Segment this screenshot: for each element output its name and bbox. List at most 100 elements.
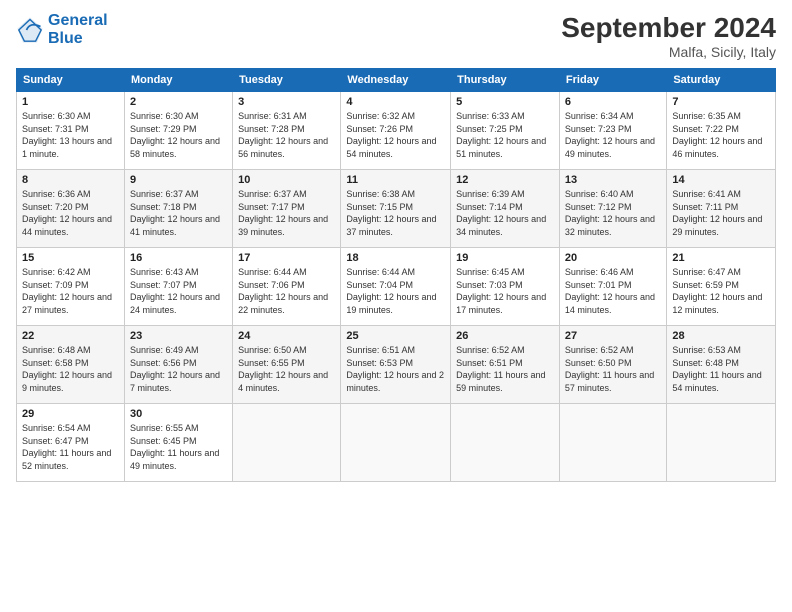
day-cell-13: 13 Sunrise: 6:40 AMSunset: 7:12 PMDaylig…	[559, 170, 666, 248]
day-cell-27: 27 Sunrise: 6:52 AMSunset: 6:50 PMDaylig…	[559, 326, 666, 404]
day-info: Sunrise: 6:43 AMSunset: 7:07 PMDaylight:…	[130, 267, 220, 315]
empty-cell	[341, 404, 451, 482]
day-cell-23: 23 Sunrise: 6:49 AMSunset: 6:56 PMDaylig…	[124, 326, 232, 404]
empty-cell	[559, 404, 666, 482]
day-info: Sunrise: 6:49 AMSunset: 6:56 PMDaylight:…	[130, 345, 220, 393]
day-number: 8	[22, 174, 119, 186]
day-info: Sunrise: 6:50 AMSunset: 6:55 PMDaylight:…	[238, 345, 328, 393]
day-cell-29: 29 Sunrise: 6:54 AMSunset: 6:47 PMDaylig…	[17, 404, 125, 482]
col-thursday: Thursday	[451, 69, 560, 92]
day-cell-3: 3 Sunrise: 6:31 AMSunset: 7:28 PMDayligh…	[233, 92, 341, 170]
col-monday: Monday	[124, 69, 232, 92]
day-cell-9: 9 Sunrise: 6:37 AMSunset: 7:18 PMDayligh…	[124, 170, 232, 248]
day-number: 13	[565, 174, 661, 186]
day-info: Sunrise: 6:37 AMSunset: 7:17 PMDaylight:…	[238, 189, 328, 237]
day-number: 30	[130, 408, 227, 420]
day-number: 5	[456, 96, 554, 108]
col-wednesday: Wednesday	[341, 69, 451, 92]
day-info: Sunrise: 6:30 AMSunset: 7:29 PMDaylight:…	[130, 111, 220, 159]
day-number: 12	[456, 174, 554, 186]
day-cell-7: 7 Sunrise: 6:35 AMSunset: 7:22 PMDayligh…	[667, 92, 776, 170]
day-cell-30: 30 Sunrise: 6:55 AMSunset: 6:45 PMDaylig…	[124, 404, 232, 482]
day-info: Sunrise: 6:44 AMSunset: 7:06 PMDaylight:…	[238, 267, 328, 315]
day-cell-11: 11 Sunrise: 6:38 AMSunset: 7:15 PMDaylig…	[341, 170, 451, 248]
day-info: Sunrise: 6:37 AMSunset: 7:18 PMDaylight:…	[130, 189, 220, 237]
logo-text: General Blue	[48, 12, 108, 47]
day-cell-14: 14 Sunrise: 6:41 AMSunset: 7:11 PMDaylig…	[667, 170, 776, 248]
day-number: 21	[672, 252, 770, 264]
day-cell-4: 4 Sunrise: 6:32 AMSunset: 7:26 PMDayligh…	[341, 92, 451, 170]
day-cell-8: 8 Sunrise: 6:36 AMSunset: 7:20 PMDayligh…	[17, 170, 125, 248]
week-row-5: 29 Sunrise: 6:54 AMSunset: 6:47 PMDaylig…	[17, 404, 776, 482]
day-number: 3	[238, 96, 335, 108]
main-title: September 2024	[561, 12, 776, 44]
day-cell-18: 18 Sunrise: 6:44 AMSunset: 7:04 PMDaylig…	[341, 248, 451, 326]
day-number: 16	[130, 252, 227, 264]
day-cell-28: 28 Sunrise: 6:53 AMSunset: 6:48 PMDaylig…	[667, 326, 776, 404]
day-number: 20	[565, 252, 661, 264]
day-info: Sunrise: 6:36 AMSunset: 7:20 PMDaylight:…	[22, 189, 112, 237]
day-info: Sunrise: 6:34 AMSunset: 7:23 PMDaylight:…	[565, 111, 655, 159]
day-cell-21: 21 Sunrise: 6:47 AMSunset: 6:59 PMDaylig…	[667, 248, 776, 326]
day-cell-12: 12 Sunrise: 6:39 AMSunset: 7:14 PMDaylig…	[451, 170, 560, 248]
day-cell-2: 2 Sunrise: 6:30 AMSunset: 7:29 PMDayligh…	[124, 92, 232, 170]
day-info: Sunrise: 6:55 AMSunset: 6:45 PMDaylight:…	[130, 423, 219, 471]
title-block: September 2024 Malfa, Sicily, Italy	[561, 12, 776, 60]
day-number: 10	[238, 174, 335, 186]
day-number: 25	[346, 330, 445, 342]
day-info: Sunrise: 6:32 AMSunset: 7:26 PMDaylight:…	[346, 111, 436, 159]
day-number: 11	[346, 174, 445, 186]
week-row-1: 1 Sunrise: 6:30 AMSunset: 7:31 PMDayligh…	[17, 92, 776, 170]
day-info: Sunrise: 6:51 AMSunset: 6:53 PMDaylight:…	[346, 345, 444, 393]
day-info: Sunrise: 6:39 AMSunset: 7:14 PMDaylight:…	[456, 189, 546, 237]
col-friday: Friday	[559, 69, 666, 92]
day-cell-16: 16 Sunrise: 6:43 AMSunset: 7:07 PMDaylig…	[124, 248, 232, 326]
logo: General Blue	[16, 12, 108, 47]
day-info: Sunrise: 6:38 AMSunset: 7:15 PMDaylight:…	[346, 189, 436, 237]
subtitle: Malfa, Sicily, Italy	[561, 44, 776, 60]
day-number: 7	[672, 96, 770, 108]
day-cell-24: 24 Sunrise: 6:50 AMSunset: 6:55 PMDaylig…	[233, 326, 341, 404]
day-info: Sunrise: 6:53 AMSunset: 6:48 PMDaylight:…	[672, 345, 761, 393]
empty-cell	[667, 404, 776, 482]
day-cell-6: 6 Sunrise: 6:34 AMSunset: 7:23 PMDayligh…	[559, 92, 666, 170]
day-cell-22: 22 Sunrise: 6:48 AMSunset: 6:58 PMDaylig…	[17, 326, 125, 404]
day-cell-5: 5 Sunrise: 6:33 AMSunset: 7:25 PMDayligh…	[451, 92, 560, 170]
day-info: Sunrise: 6:42 AMSunset: 7:09 PMDaylight:…	[22, 267, 112, 315]
logo-icon	[16, 16, 44, 44]
day-info: Sunrise: 6:40 AMSunset: 7:12 PMDaylight:…	[565, 189, 655, 237]
day-info: Sunrise: 6:52 AMSunset: 6:50 PMDaylight:…	[565, 345, 654, 393]
day-number: 6	[565, 96, 661, 108]
day-number: 15	[22, 252, 119, 264]
day-number: 27	[565, 330, 661, 342]
day-cell-15: 15 Sunrise: 6:42 AMSunset: 7:09 PMDaylig…	[17, 248, 125, 326]
day-number: 1	[22, 96, 119, 108]
day-number: 29	[22, 408, 119, 420]
calendar-table: Sunday Monday Tuesday Wednesday Thursday…	[16, 68, 776, 482]
day-number: 4	[346, 96, 445, 108]
day-cell-26: 26 Sunrise: 6:52 AMSunset: 6:51 PMDaylig…	[451, 326, 560, 404]
day-cell-20: 20 Sunrise: 6:46 AMSunset: 7:01 PMDaylig…	[559, 248, 666, 326]
day-info: Sunrise: 6:52 AMSunset: 6:51 PMDaylight:…	[456, 345, 545, 393]
empty-cell	[233, 404, 341, 482]
day-cell-10: 10 Sunrise: 6:37 AMSunset: 7:17 PMDaylig…	[233, 170, 341, 248]
day-number: 9	[130, 174, 227, 186]
day-info: Sunrise: 6:33 AMSunset: 7:25 PMDaylight:…	[456, 111, 546, 159]
col-saturday: Saturday	[667, 69, 776, 92]
day-number: 18	[346, 252, 445, 264]
day-info: Sunrise: 6:54 AMSunset: 6:47 PMDaylight:…	[22, 423, 111, 471]
day-number: 17	[238, 252, 335, 264]
day-number: 22	[22, 330, 119, 342]
day-info: Sunrise: 6:47 AMSunset: 6:59 PMDaylight:…	[672, 267, 762, 315]
col-tuesday: Tuesday	[233, 69, 341, 92]
calendar-header-row: Sunday Monday Tuesday Wednesday Thursday…	[17, 69, 776, 92]
day-number: 26	[456, 330, 554, 342]
week-row-4: 22 Sunrise: 6:48 AMSunset: 6:58 PMDaylig…	[17, 326, 776, 404]
col-sunday: Sunday	[17, 69, 125, 92]
day-info: Sunrise: 6:31 AMSunset: 7:28 PMDaylight:…	[238, 111, 328, 159]
day-number: 24	[238, 330, 335, 342]
day-info: Sunrise: 6:44 AMSunset: 7:04 PMDaylight:…	[346, 267, 436, 315]
day-info: Sunrise: 6:45 AMSunset: 7:03 PMDaylight:…	[456, 267, 546, 315]
page-header: General Blue September 2024 Malfa, Sicil…	[16, 12, 776, 60]
week-row-3: 15 Sunrise: 6:42 AMSunset: 7:09 PMDaylig…	[17, 248, 776, 326]
